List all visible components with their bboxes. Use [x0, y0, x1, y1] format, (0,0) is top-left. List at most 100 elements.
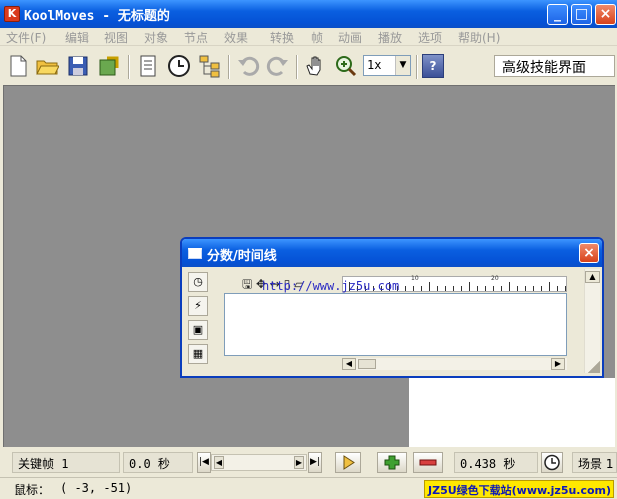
ruler-tick: [533, 286, 534, 291]
menu-edit[interactable]: 编辑: [65, 29, 89, 46]
ruler-tick: [557, 286, 558, 291]
ruler-tick: [477, 286, 478, 291]
mouse-coordinates: ( -3, -51): [60, 481, 133, 495]
wand-icon[interactable]: ⚡: [188, 296, 208, 316]
plus-icon: [384, 455, 400, 470]
help-button[interactable]: ?: [422, 54, 444, 78]
ruler-tick: [445, 286, 446, 291]
timeline-vertical-scrollbar[interactable]: ▲: [584, 269, 600, 373]
menu-effect[interactable]: 效果: [224, 29, 248, 46]
ruler-tick: [461, 286, 462, 291]
time-right-field: 0.438 秒: [454, 452, 538, 473]
ruler-tick: [405, 286, 406, 291]
ruler-tick: [509, 282, 510, 291]
chevron-down-icon[interactable]: ▼: [395, 56, 410, 75]
last-frame-icon[interactable]: ▶|: [308, 452, 322, 473]
new-file-icon[interactable]: [6, 54, 30, 78]
menu-transform[interactable]: 转换: [270, 29, 294, 46]
toolbar: 1x ▼ ? 高级技能界面: [0, 47, 617, 85]
ruler-tick: [421, 286, 422, 291]
timeline-title: 分数/时间线: [207, 249, 277, 264]
timeline-close-button[interactable]: ×: [579, 243, 599, 263]
ruler-tick: [453, 286, 454, 291]
window-title: KoolMoves - 无标题的: [24, 9, 170, 24]
timeline-panel: 分数/时间线 × ◷ ⚡ ▣ ▦ 🖫 ✥ ↔ ▯ ▱ 10 20 http://…: [180, 237, 604, 378]
remove-frame-button[interactable]: [413, 452, 443, 473]
add-frame-button[interactable]: [377, 452, 407, 473]
menu-frame[interactable]: 帧: [311, 29, 323, 46]
minimize-icon: _: [554, 6, 561, 22]
menu-view[interactable]: 视图: [104, 29, 128, 46]
toolbar-separator: [228, 55, 230, 79]
ruler-tick: [429, 282, 430, 291]
menu-node[interactable]: 节点: [184, 29, 208, 46]
redo-icon[interactable]: [266, 54, 290, 78]
clock-small-icon[interactable]: ◷: [188, 272, 208, 292]
scroll-up-icon[interactable]: ▲: [585, 271, 600, 283]
first-frame-icon[interactable]: |◀: [197, 452, 211, 473]
window-icon: [188, 248, 202, 259]
clock-icon: [544, 454, 560, 471]
ruler-tick: [549, 282, 550, 291]
maximize-button[interactable]: □: [571, 4, 592, 25]
ruler-tick: [541, 286, 542, 291]
watermark-url: http://www.jz5u.com: [262, 279, 400, 293]
time-left-field: 0.0 秒: [123, 452, 193, 473]
layers-icon[interactable]: ▣: [188, 320, 208, 340]
ruler-tick: [501, 286, 502, 291]
close-button[interactable]: ×: [595, 4, 616, 25]
play-button[interactable]: [335, 452, 361, 473]
scroll-left-icon[interactable]: ◀: [342, 358, 356, 370]
menu-bar: 文件(F) 编辑 视图 对象 节点 效果 转换 帧 动画 播放 选项 帮助(H): [0, 28, 617, 46]
watermark-badge: JZ5U绿色下载站(www.jz5u.com): [424, 480, 614, 498]
open-folder-icon[interactable]: [35, 54, 59, 78]
hand-icon[interactable]: [304, 54, 328, 78]
menu-object[interactable]: 对象: [144, 29, 168, 46]
tree-icon[interactable]: [198, 54, 222, 78]
interface-mode-label[interactable]: 高级技能界面: [494, 55, 615, 77]
stage-white-area: [409, 378, 615, 447]
undo-icon[interactable]: [236, 54, 260, 78]
slider-right-icon[interactable]: ▶: [294, 456, 304, 469]
toolbar-separator: [416, 55, 418, 79]
ruler-tick: [437, 286, 438, 291]
ruler-tick: [565, 286, 566, 291]
menu-file[interactable]: 文件(F): [6, 29, 46, 46]
zoom-icon[interactable]: [334, 54, 358, 78]
ruler-tick: [525, 286, 526, 291]
zoom-value: 1x: [367, 58, 382, 72]
page-icon[interactable]: [136, 54, 160, 78]
minimize-button[interactable]: _: [547, 4, 568, 25]
scroll-thumb[interactable]: [358, 359, 376, 369]
menu-animation[interactable]: 动画: [338, 29, 362, 46]
status-bar: 鼠标： ( -3, -51) JZ5U绿色下载站(www.jz5u.com): [0, 477, 617, 499]
zoom-select[interactable]: 1x ▼: [363, 55, 411, 76]
grid-icon[interactable]: ▦: [188, 344, 208, 364]
playback-controls: 关键帧 1 0.0 秒 |◀ ◀ ▶ ▶| 0.438 秒 场景 1: [0, 447, 617, 477]
resize-grip-icon[interactable]: [588, 361, 600, 373]
keyframe-field: 关键帧 1: [12, 452, 120, 473]
ruler-label: 10: [411, 275, 419, 282]
maximize-icon: □: [574, 6, 589, 22]
minus-icon: [419, 459, 437, 466]
frame-slider[interactable]: ◀ ▶: [211, 454, 307, 471]
close-icon: ×: [599, 6, 612, 22]
timer-button[interactable]: [541, 452, 563, 473]
save-disk-icon[interactable]: [66, 54, 90, 78]
menu-play[interactable]: 播放: [378, 29, 402, 46]
ruler-tick: [517, 286, 518, 291]
slider-left-icon[interactable]: ◀: [214, 456, 224, 469]
timeline-frames-area[interactable]: [224, 293, 567, 356]
clock-icon[interactable]: [167, 54, 191, 78]
menu-help[interactable]: 帮助(H): [458, 29, 500, 46]
menu-options[interactable]: 选项: [418, 29, 442, 46]
ruler-tick: [413, 286, 414, 291]
ruler-label: 20: [491, 275, 499, 282]
export-icon[interactable]: [97, 54, 121, 78]
mouse-label: 鼠标：: [14, 483, 51, 497]
ruler-tick: [485, 286, 486, 291]
scroll-right-icon[interactable]: ▶: [551, 358, 565, 370]
app-logo-icon[interactable]: K: [4, 6, 20, 22]
timeline-title-bar[interactable]: 分数/时间线 ×: [182, 239, 602, 267]
timeline-horizontal-scrollbar[interactable]: ◀ ▶: [342, 358, 567, 370]
